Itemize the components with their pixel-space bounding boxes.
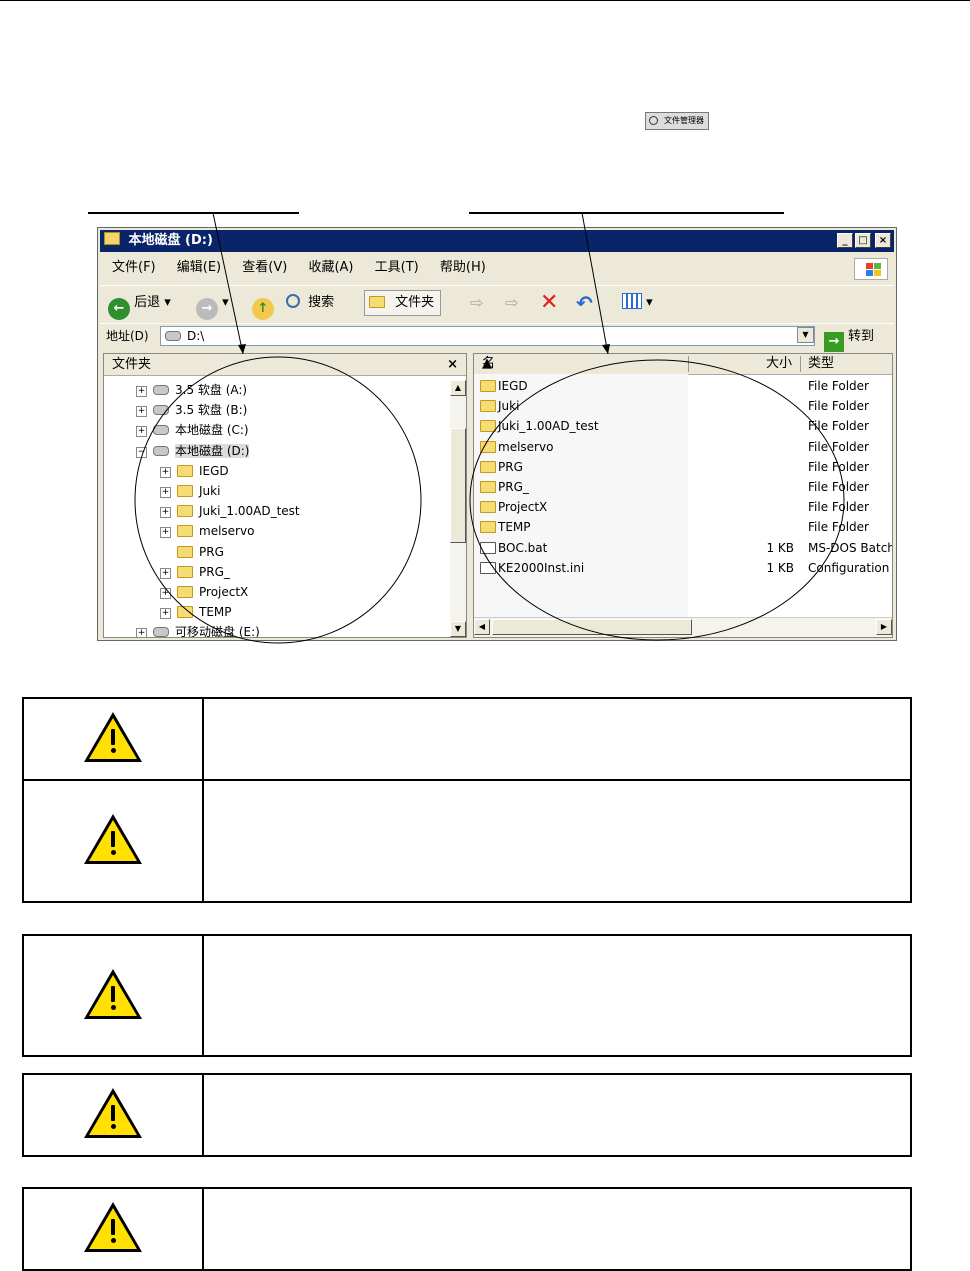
warning-row <box>22 1073 912 1157</box>
left-callout-arrow <box>212 212 244 355</box>
warning-text <box>202 1187 912 1271</box>
right-arrowhead <box>602 344 610 354</box>
warning-text <box>202 1073 912 1157</box>
warning-icon <box>84 814 142 864</box>
warning-row <box>22 697 912 781</box>
warning-text <box>202 934 912 1057</box>
warning-table-3 <box>22 1073 912 1157</box>
right-highlight-circle <box>469 359 845 641</box>
warning-table-1 <box>22 697 912 903</box>
warning-icon-cell <box>22 697 204 781</box>
right-callout-arrow <box>581 212 609 355</box>
warning-text <box>202 779 912 903</box>
warning-icon <box>84 1088 142 1138</box>
warning-row <box>22 934 912 1057</box>
warning-icon <box>84 712 142 762</box>
left-highlight-circle <box>134 356 422 644</box>
warning-icon-cell <box>22 1187 204 1271</box>
warning-icon-cell <box>22 1073 204 1157</box>
warning-table-4 <box>22 1187 912 1271</box>
warning-text <box>202 697 912 781</box>
warning-table-2 <box>22 934 912 1057</box>
warning-row <box>22 1187 912 1271</box>
warning-icon <box>84 968 142 1019</box>
warning-icon-cell <box>22 934 204 1057</box>
warning-icon-cell <box>22 779 204 903</box>
left-arrowhead <box>238 344 246 354</box>
warning-icon <box>84 1202 142 1252</box>
warning-row <box>22 779 912 903</box>
